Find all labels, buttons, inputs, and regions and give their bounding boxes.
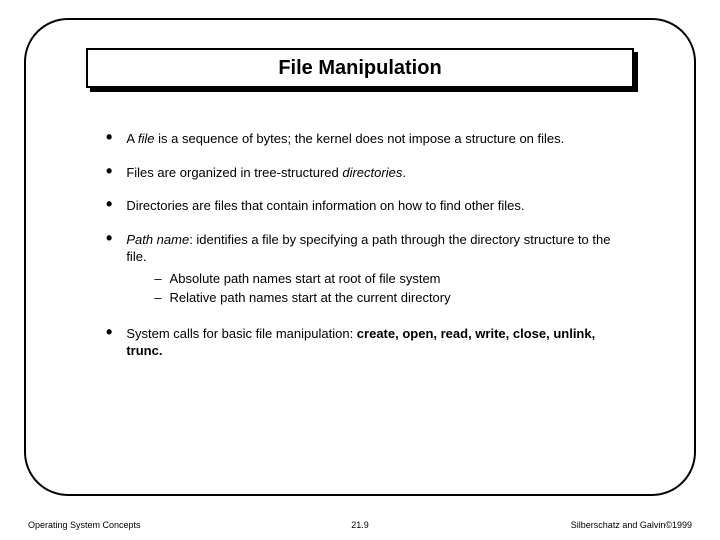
bullet-text: Files are organized in tree-structured d…: [126, 164, 634, 182]
bullet-icon: •: [106, 325, 112, 360]
bullet-icon: •: [106, 164, 112, 182]
bullet-item: • Files are organized in tree-structured…: [106, 164, 634, 182]
title-container: File Manipulation: [86, 48, 634, 88]
bullet-text: Directories are files that contain infor…: [126, 197, 634, 215]
footer-center: 21.9: [351, 520, 369, 530]
sub-bullet-item: – Relative path names start at the curre…: [154, 289, 634, 307]
bullet-item: • Directories are files that contain inf…: [106, 197, 634, 215]
text-segment: is a sequence of bytes; the kernel does …: [155, 131, 565, 146]
sub-bullet-text: Absolute path names start at root of fil…: [170, 270, 441, 288]
bullet-text: Path name: identifies a file by specifyi…: [126, 231, 634, 309]
text-segment: : identifies a file by specifying a path…: [126, 232, 610, 265]
sub-bullet-text: Relative path names start at the current…: [170, 289, 451, 307]
footer: Operating System Concepts 21.9 Silbersch…: [28, 520, 692, 530]
dash-icon: –: [154, 270, 161, 288]
slide-frame: File Manipulation • A file is a sequence…: [24, 18, 696, 496]
text-italic: directories: [342, 165, 402, 180]
slide-title: File Manipulation: [278, 57, 441, 80]
bullet-text: System calls for basic file manipulation…: [126, 325, 634, 360]
bullet-item: • Path name: identifies a file by specif…: [106, 231, 634, 309]
sub-list: – Absolute path names start at root of f…: [154, 270, 634, 307]
bullet-icon: •: [106, 130, 112, 148]
text-italic: Path name: [126, 232, 189, 247]
text-italic: file: [138, 131, 155, 146]
dash-icon: –: [154, 289, 161, 307]
text-segment: Files are organized in tree-structured: [126, 165, 342, 180]
bullet-item: • System calls for basic file manipulati…: [106, 325, 634, 360]
bullet-item: • A file is a sequence of bytes; the ker…: [106, 130, 634, 148]
content-area: • A file is a sequence of bytes; the ker…: [106, 130, 634, 376]
text-segment: System calls for basic file manipulation…: [126, 326, 356, 341]
bullet-icon: •: [106, 231, 112, 309]
bullet-text: A file is a sequence of bytes; the kerne…: [126, 130, 634, 148]
bullet-icon: •: [106, 197, 112, 215]
sub-bullet-item: – Absolute path names start at root of f…: [154, 270, 634, 288]
text-segment: A: [126, 131, 138, 146]
footer-left: Operating System Concepts: [28, 520, 141, 530]
footer-right: Silberschatz and Galvin©1999: [571, 520, 692, 530]
text-segment: .: [402, 165, 406, 180]
title-box: File Manipulation: [86, 48, 634, 88]
